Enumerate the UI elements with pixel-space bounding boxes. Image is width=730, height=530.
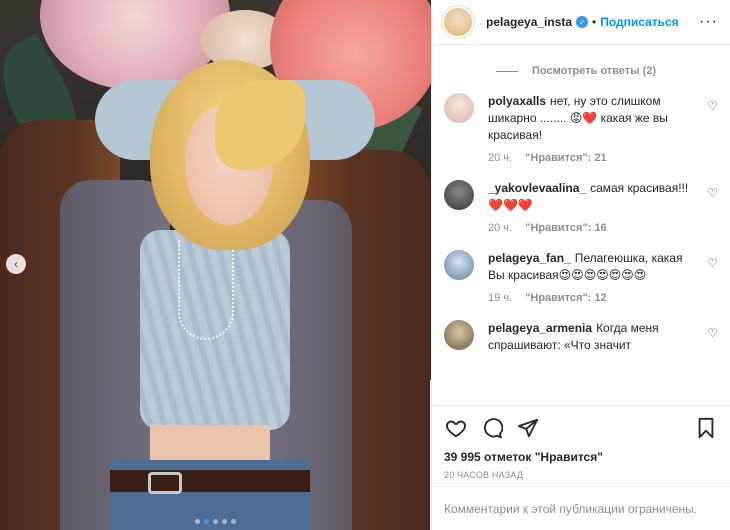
view-replies-label: Посмотреть ответы (2) [532,65,657,77]
avatar[interactable] [444,320,474,350]
verified-badge-icon: ✓ [576,16,589,28]
post-actions-area: 39 995 отметок "Нравится" 20 часов назад… [432,405,730,530]
like-button[interactable] [444,416,468,440]
avatar[interactable] [444,180,474,210]
belt-buckle [148,472,182,494]
comment-likes[interactable]: "Нравится": 21 [525,152,606,164]
post-timestamp[interactable]: 20 часов назад [444,470,718,480]
author-username[interactable]: pelageya_insta [486,15,572,29]
heart-icon [446,420,466,438]
save-button[interactable] [694,416,718,440]
carousel-dot [222,519,227,524]
comment: _yakovlevaalina_ самая красивая!!! ❤️❤️❤️… [444,180,718,234]
comment-body: pelageya_fan_ Пелагеюшка, какая Вы красив… [488,250,698,284]
comments-list[interactable]: Посмотреть ответы (2) polyaxalls нет, ну … [432,45,730,405]
avatar[interactable] [442,6,474,38]
comment-body: pelageya_armenia Когда меня спрашивают: «… [488,320,698,354]
comment: pelageya_fan_ Пелагеюшка, какая Вы красив… [444,250,718,304]
heart-icon[interactable]: ♡ [707,186,718,200]
comment-username[interactable]: _yakovlevaalina_ [488,181,586,195]
share-button[interactable] [516,416,540,440]
post-header: pelageya_insta ✓ • Подписаться ··· [432,0,730,45]
comment-meta: 20 ч. "Нравится": 16 [488,222,698,234]
comment-body: polyaxalls нет, ну это слишком шикарно ..… [488,93,698,144]
carousel-prev-button[interactable]: ‹ [6,254,26,274]
avatar[interactable] [444,250,474,280]
carousel-dot [195,519,200,524]
more-horizontal-icon[interactable]: ··· [699,13,718,31]
heart-icon[interactable]: ♡ [707,99,718,113]
comment-time[interactable]: 19 ч. [488,292,512,304]
share-icon [517,418,539,438]
comment: polyaxalls нет, ну это слишком шикарно ..… [444,93,718,164]
comment-username[interactable]: polyaxalls [488,94,546,108]
comments-restricted-notice: Комментарии к этой публикации ограничены… [432,486,730,530]
bookmark-icon [698,417,714,439]
separator-dot: • [592,15,597,29]
carousel-dots [0,519,431,524]
heart-icon[interactable]: ♡ [707,256,718,270]
heart-icon[interactable]: ♡ [707,326,718,340]
post-photo[interactable]: ‹ [0,0,431,530]
comment-meta: 20 ч. "Нравится": 21 [488,152,698,164]
comment-button[interactable] [480,416,504,440]
comment-time[interactable]: 20 ч. [488,152,512,164]
chevron-left-icon: ‹ [14,257,18,271]
necklace [178,240,234,340]
action-bar [444,406,718,450]
comment-likes[interactable]: "Нравится": 12 [525,292,606,304]
comment-username[interactable]: pelageya_fan_ [488,251,571,265]
likes-count[interactable]: 39 995 отметок "Нравится" [444,450,718,464]
comment-time[interactable]: 20 ч. [488,222,512,234]
comment-meta: 19 ч. "Нравится": 12 [488,292,698,304]
comment-body: _yakovlevaalina_ самая красивая!!! ❤️❤️❤️ [488,180,698,214]
follow-button[interactable]: Подписаться [600,15,678,29]
comment-username[interactable]: pelageya_armenia [488,321,592,335]
carousel-dot-active [204,519,209,524]
comment-likes[interactable]: "Нравится": 16 [525,222,606,234]
carousel-dot [231,519,236,524]
post: ‹ pelageya_insta ✓ • Подписаться ··· Пос… [0,0,730,530]
comment-icon [484,418,503,439]
post-side-panel: pelageya_insta ✓ • Подписаться ··· Посмо… [431,0,730,530]
carousel-dot [213,519,218,524]
belt [110,470,310,492]
view-replies-button[interactable]: Посмотреть ответы (2) [496,65,718,77]
avatar[interactable] [444,93,474,123]
comment: pelageya_armenia Когда меня спрашивают: «… [444,320,718,354]
replies-line [496,70,518,72]
